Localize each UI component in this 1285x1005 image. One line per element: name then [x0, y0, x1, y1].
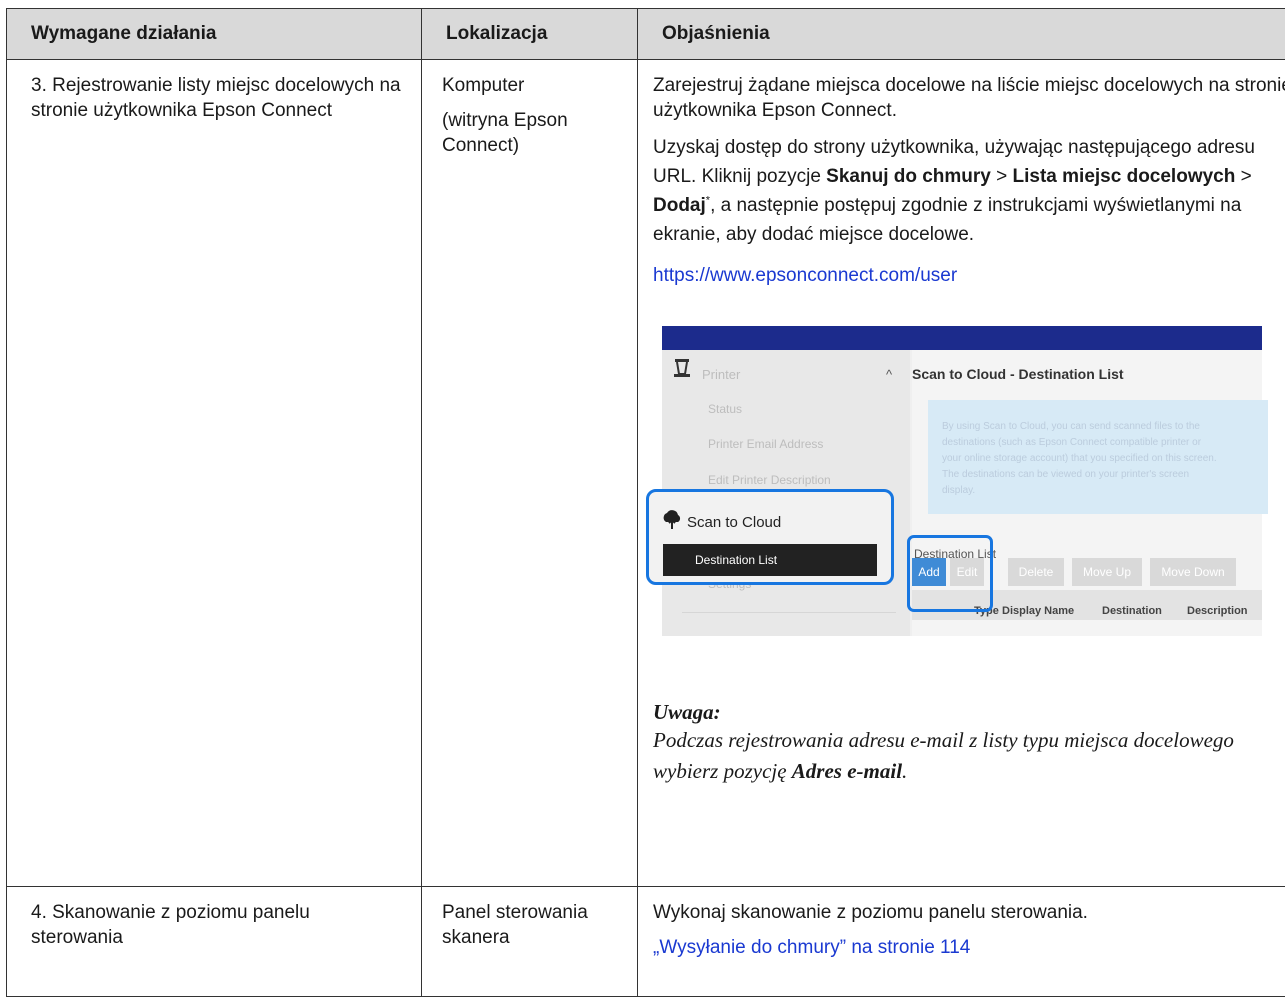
info-box: By using Scan to Cloud, you can send sca…	[928, 400, 1268, 514]
page-title: Scan to Cloud - Destination List	[912, 366, 1124, 382]
destination-list-screenshot: Printer ^ Status Printer Email Address E…	[646, 326, 1268, 636]
sidebar-item-email[interactable]: Printer Email Address	[708, 432, 823, 457]
explanation-cell: Wykonaj skanowanie z poziomu panelu ster…	[637, 886, 1285, 997]
action-cell: 4. Skanowanie z poziomu panelu sterowani…	[6, 886, 422, 997]
note-text-start: Podczas rejestrowania adresu e-mail z li…	[653, 728, 1234, 783]
separator: >	[990, 166, 1013, 187]
note-text-end: .	[902, 759, 908, 783]
note-title: Uwaga:	[653, 700, 721, 724]
requirements-table: Wymagane działania Lokalizacja Objaśnien…	[6, 8, 1285, 997]
menu-scan-to-cloud: Skanuj do chmury	[826, 166, 991, 187]
info-line: display.	[942, 485, 976, 496]
delete-button[interactable]: Delete	[1008, 558, 1064, 586]
location-website: (witryna Epson Connect)	[442, 110, 568, 156]
printer-icon	[674, 359, 690, 377]
header-location: Lokalizacja	[421, 8, 638, 60]
top-bar	[662, 326, 1262, 350]
move-down-button[interactable]: Move Down	[1150, 558, 1236, 586]
explanation-para: Wykonaj skanowanie z poziomu panelu ster…	[653, 902, 1088, 923]
scan-to-cloud-highlight: Scan to Cloud Destination List	[646, 489, 894, 585]
explanation-para1: Zarejestruj żądane miejsca docelowe na l…	[653, 75, 1285, 121]
move-up-button[interactable]: Move Up	[1072, 558, 1142, 586]
send-to-cloud-link[interactable]: „Wysyłanie do chmury” na stronie 114	[653, 937, 970, 958]
separator: >	[1235, 166, 1252, 187]
menu-add: Dodaj	[653, 195, 706, 216]
divider	[682, 612, 896, 613]
header-actions: Wymagane działania	[6, 8, 422, 60]
para2-text-end: , a następnie postępuj zgodnie z instruk…	[653, 195, 1242, 245]
column-description: Description	[1187, 605, 1248, 617]
explanation-para2: Uzyskaj dostęp do strony użytkownika, uż…	[653, 133, 1285, 249]
sidebar-item-printer[interactable]: Printer	[702, 362, 740, 387]
note-text: Podczas rejestrowania adresu e-mail z li…	[653, 725, 1285, 787]
action-cell: 3. Rejestrowanie listy miejsc docelowych…	[6, 59, 422, 887]
menu-destination-list: Lista miejsc docelowych	[1012, 166, 1236, 187]
location-panel: Panel sterowania skanera	[442, 902, 588, 948]
note-email-option: Adres e-mail	[791, 759, 903, 783]
explanation-cell: Zarejestruj żądane miejsca docelowe na l…	[637, 59, 1285, 887]
chevron-up-icon[interactable]: ^	[886, 362, 892, 387]
location-computer: Komputer	[442, 75, 525, 96]
info-line: The destinations can be viewed on your p…	[942, 469, 1190, 480]
table-row: 3. Rejestrowanie listy miejsc docelowych…	[6, 59, 1285, 887]
column-destination: Destination	[1102, 605, 1162, 617]
table-row: 4. Skanowanie z poziomu panelu sterowani…	[6, 886, 1285, 997]
sidebar-item-status[interactable]: Status	[708, 397, 742, 422]
epson-connect-url[interactable]: https://www.epsonconnect.com/user	[653, 265, 957, 286]
add-button-highlight	[907, 535, 993, 612]
sidebar-item-scan-to-cloud[interactable]: Scan to Cloud	[687, 510, 781, 535]
header-explanations: Objaśnienia	[637, 8, 1285, 60]
cloud-upload-icon	[663, 510, 681, 529]
location-cell: Panel sterowania skanera	[421, 886, 638, 997]
column-display-name: Display Name	[1002, 605, 1075, 617]
action-text: 3. Rejestrowanie listy miejsc docelowych…	[31, 75, 401, 121]
sidebar-item-destination-list[interactable]: Destination List	[663, 544, 877, 576]
action-text: 4. Skanowanie z poziomu panelu sterowani…	[31, 902, 310, 948]
location-cell: Komputer (witryna Epson Connect)	[421, 59, 638, 887]
table-header-row: Wymagane działania Lokalizacja Objaśnien…	[6, 8, 1285, 60]
